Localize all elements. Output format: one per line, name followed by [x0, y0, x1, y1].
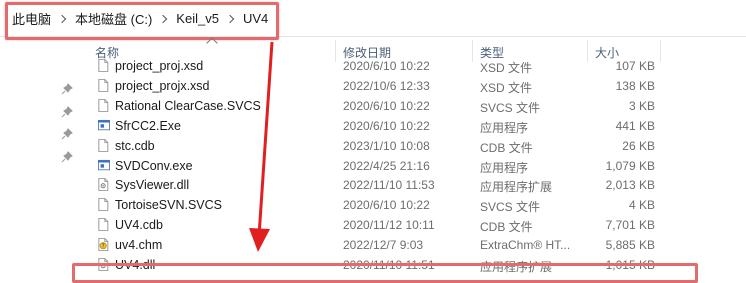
arrow-head [249, 228, 270, 252]
arrow-shaft [257, 41, 274, 237]
red-arrow-annotation [249, 41, 274, 252]
